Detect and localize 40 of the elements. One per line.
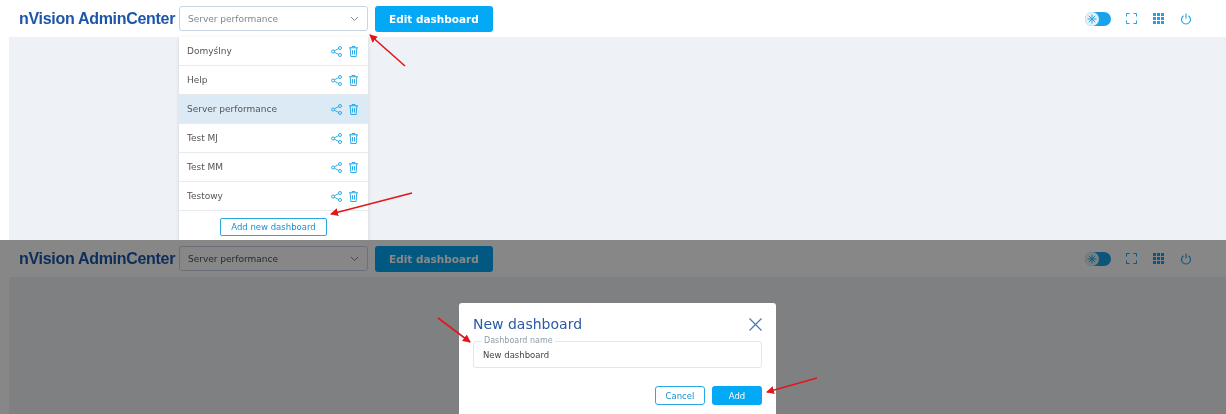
dialog-title: New dashboard (473, 316, 583, 332)
theme-toggle-switch[interactable] (1085, 11, 1111, 26)
snowflake-icon (1087, 13, 1097, 24)
brand-title: nVision AdminCenter (19, 9, 177, 28)
annotation-arrow (437, 317, 471, 343)
chevron-down-icon (350, 15, 359, 22)
trash-icon[interactable] (349, 74, 358, 86)
snowflake-icon (1087, 253, 1097, 264)
trash-icon[interactable] (349, 132, 358, 144)
trash-icon[interactable] (349, 190, 358, 202)
annotation-arrow (369, 34, 406, 67)
fullscreen-icon[interactable] (1126, 13, 1137, 24)
dashboard-option[interactable]: Test MJ (179, 124, 368, 153)
dashboard-option[interactable]: Test MM (179, 153, 368, 182)
close-icon[interactable] (749, 317, 762, 331)
dashboard-option[interactable]: Testowy (179, 182, 368, 211)
share-icon[interactable] (331, 45, 342, 57)
annotation-arrow (766, 377, 818, 394)
chevron-down-icon (350, 255, 359, 262)
theme-toggle-switch[interactable] (1085, 251, 1111, 266)
share-icon[interactable] (331, 161, 342, 173)
share-icon[interactable] (331, 103, 342, 115)
dashboard-option[interactable]: Server performance (179, 95, 368, 124)
fullscreen-icon[interactable] (1126, 253, 1137, 264)
dashboard-option[interactable]: Domyślny (179, 37, 368, 66)
brand-title: nVision AdminCenter (19, 249, 177, 268)
trash-icon[interactable] (349, 45, 358, 57)
grid-icon[interactable] (1153, 13, 1164, 24)
share-icon[interactable] (331, 132, 342, 144)
trash-icon[interactable] (349, 161, 358, 173)
cancel-button[interactable]: Cancel (655, 386, 705, 405)
power-icon[interactable] (1180, 12, 1192, 25)
trash-icon[interactable] (349, 103, 358, 115)
share-icon[interactable] (331, 74, 342, 86)
share-icon[interactable] (331, 190, 342, 202)
dashboard-select[interactable]: Server performance (179, 246, 368, 271)
add-new-dashboard-button[interactable]: Add new dashboard (220, 218, 327, 236)
grid-icon[interactable] (1153, 253, 1164, 264)
dashboard-select[interactable]: Server performance (179, 6, 368, 31)
power-icon[interactable] (1180, 252, 1192, 265)
